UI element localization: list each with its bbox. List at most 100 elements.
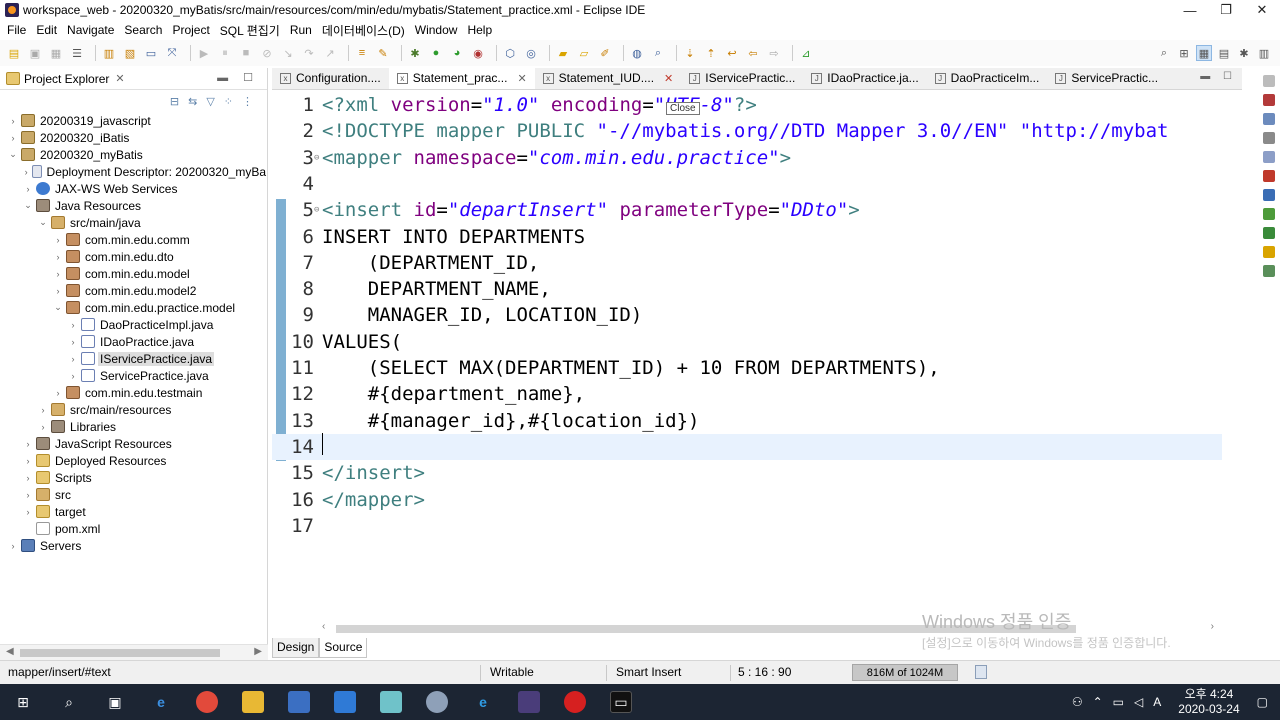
search-files-icon[interactable]: ⌕ xyxy=(650,45,666,61)
people-icon[interactable]: ⚇ xyxy=(1072,695,1083,709)
scroll-right-icon[interactable]: › xyxy=(1211,621,1214,632)
menu-sql-editor[interactable]: SQL 편집기 xyxy=(215,22,285,39)
tree-item[interactable]: › Scripts xyxy=(0,469,268,486)
skip-breakpoints-icon[interactable]: ⤧ xyxy=(164,45,180,61)
tree-item[interactable]: › JavaScript Resources xyxy=(0,435,268,452)
collapsed-arrow-icon[interactable]: › xyxy=(68,320,78,330)
menu-search[interactable]: Search xyxy=(119,23,167,37)
tree-item[interactable]: ⌄ Java Resources xyxy=(0,197,268,214)
eclipse-taskbar-icon[interactable] xyxy=(518,691,540,713)
open-perspective-icon[interactable]: ⊞ xyxy=(1176,45,1192,61)
notepad-icon[interactable] xyxy=(380,691,402,713)
code-line[interactable]: 13 #{manager_id},#{location_id}) xyxy=(272,408,1222,434)
tree-item[interactable]: › 20200320_iBatis xyxy=(0,129,268,146)
garbage-collect-icon[interactable] xyxy=(975,665,987,679)
code-line[interactable]: 2 <!DOCTYPE mapper PUBLIC "-//mybatis.org… xyxy=(272,118,1222,144)
restore-icon[interactable] xyxy=(1263,75,1275,87)
fold-toggle-icon[interactable]: ⊖ xyxy=(314,153,319,163)
collapsed-arrow-icon[interactable]: › xyxy=(23,167,29,177)
step-into-icon[interactable]: ↘ xyxy=(280,45,296,61)
step-over-icon[interactable]: ↷ xyxy=(301,45,317,61)
collapsed-arrow-icon[interactable]: › xyxy=(53,235,63,245)
close-icon[interactable]: ✕ xyxy=(115,72,124,85)
collapsed-arrow-icon[interactable]: › xyxy=(23,456,33,466)
suspend-icon[interactable]: ⏸ xyxy=(217,45,233,61)
command-prompt-icon[interactable]: ▭ xyxy=(610,691,632,713)
menu-run[interactable]: Run xyxy=(285,23,317,37)
tree-item[interactable]: › Deployed Resources xyxy=(0,452,268,469)
tree-item[interactable]: ⌄ com.min.edu.practice.model xyxy=(0,299,268,316)
internet-explorer-icon[interactable]: e xyxy=(472,691,494,713)
new-server-icon[interactable]: ⬡ xyxy=(502,45,518,61)
code-line[interactable]: 12 #{department_name}, xyxy=(272,381,1222,407)
collapsed-arrow-icon[interactable]: › xyxy=(23,473,33,483)
minimize-editor-icon[interactable]: ▬ xyxy=(1200,71,1210,82)
clock[interactable]: 오후 4:24 2020-03-24 xyxy=(1178,687,1239,717)
expanded-arrow-icon[interactable]: ⌄ xyxy=(23,200,33,211)
menu-project[interactable]: Project xyxy=(167,23,214,37)
save-all-icon[interactable]: ▦ xyxy=(48,45,64,61)
collapse-all-icon[interactable]: ⊟ xyxy=(170,95,179,108)
editor-tab[interactable]: J IDaoPractice.ja... xyxy=(803,67,926,89)
collapsed-arrow-icon[interactable]: › xyxy=(8,541,18,551)
pen-icon[interactable]: ✐ xyxy=(597,45,613,61)
debug-perspective-icon[interactable]: ✱ xyxy=(1236,45,1252,61)
edge-icon[interactable]: e xyxy=(150,691,172,713)
menu-file[interactable]: File xyxy=(2,23,31,37)
tree-item[interactable]: › target xyxy=(0,503,268,520)
servers-view-icon[interactable] xyxy=(1263,170,1275,182)
disconnect-icon[interactable]: ⊘ xyxy=(259,45,275,61)
code-line[interactable]: 6 INSERT INTO DEPARTMENTS xyxy=(272,224,1222,250)
collapsed-arrow-icon[interactable]: › xyxy=(68,371,78,381)
forward-icon[interactable]: ⇨ xyxy=(766,45,782,61)
collapsed-arrow-icon[interactable]: › xyxy=(53,269,63,279)
coverage-icon[interactable]: ◕ xyxy=(449,45,465,61)
project-explorer-tab[interactable]: Project Explorer ✕ ▬ ☐ xyxy=(0,68,267,90)
open-type-icon[interactable]: ▥ xyxy=(101,45,117,61)
editor-tab[interactable]: x Statement_IUD.... ✕ xyxy=(535,67,682,89)
scroll-left-icon[interactable]: ‹ xyxy=(322,621,325,632)
console-view-icon[interactable] xyxy=(1263,227,1275,239)
menu-edit[interactable]: Edit xyxy=(31,23,62,37)
code-line[interactable]: 3 ⊖ <mapper namespace="com.min.edu.practic… xyxy=(272,145,1222,171)
task-view-icon[interactable]: ▣ xyxy=(104,691,126,713)
outline-icon[interactable] xyxy=(1263,94,1275,106)
expanded-arrow-icon[interactable]: ⌄ xyxy=(8,149,18,160)
properties-icon[interactable]: ☰ xyxy=(69,45,85,61)
open-task-icon[interactable]: ▧ xyxy=(122,45,138,61)
globe-icon[interactable]: ◍ xyxy=(629,45,645,61)
java-ee-perspective-icon[interactable]: ▦ xyxy=(1196,45,1212,61)
tree-item[interactable]: › com.min.edu.comm xyxy=(0,231,268,248)
chrome-icon[interactable] xyxy=(196,691,218,713)
collapsed-arrow-icon[interactable]: › xyxy=(23,490,33,500)
search-icon[interactable]: ⌕ xyxy=(58,691,80,713)
collapsed-arrow-icon[interactable]: › xyxy=(68,337,78,347)
tree-item[interactable]: › Deployment Descriptor: 20200320_myBa xyxy=(0,163,268,180)
close-icon[interactable]: ✕ xyxy=(517,72,526,85)
save-icon[interactable]: ▣ xyxy=(27,45,43,61)
code-line[interactable]: 16 </mapper> xyxy=(272,487,1222,513)
next-annotation-icon[interactable]: ⇣ xyxy=(682,45,698,61)
code-line[interactable]: 11 (SELECT MAX(DEPARTMENT_ID) + 10 FROM … xyxy=(272,355,1222,381)
heap-status[interactable]: 816M of 1024M xyxy=(852,664,958,681)
open-folder-icon[interactable]: ▰ xyxy=(555,45,571,61)
code-line[interactable]: 7 (DEPARTMENT_ID, xyxy=(272,250,1222,276)
tree-item[interactable]: › IDaoPractice.java xyxy=(0,333,268,350)
file-explorer-icon[interactable] xyxy=(242,691,264,713)
editor-tab[interactable]: x Configuration.... xyxy=(272,67,389,89)
link-with-editor-icon[interactable]: ⇆ xyxy=(188,95,197,108)
network-icon[interactable]: ▭ xyxy=(1113,695,1124,709)
show-hidden-icons-icon[interactable]: ⌃ xyxy=(1093,695,1103,709)
menu-help[interactable]: Help xyxy=(462,23,497,37)
scrollbar-thumb[interactable] xyxy=(20,649,220,657)
tab-design[interactable]: Design xyxy=(272,638,320,658)
volume-icon[interactable]: ◁ xyxy=(1134,695,1143,709)
maximize-editor-icon[interactable]: ☐ xyxy=(1223,71,1232,82)
code-line[interactable]: 15 </insert> xyxy=(272,460,1222,486)
code-line[interactable]: 5 ⊖ <insert id="departInsert" parameterTyp… xyxy=(272,197,1222,223)
tree-item[interactable]: ⌄ 20200320_myBatis xyxy=(0,146,268,163)
maximize-view-icon[interactable]: ☐ xyxy=(243,72,253,84)
collapsed-arrow-icon[interactable]: › xyxy=(38,422,48,432)
tree-item[interactable]: › DaoPracticeImpl.java xyxy=(0,316,268,333)
tree-item[interactable]: › JAX-WS Web Services xyxy=(0,180,268,197)
